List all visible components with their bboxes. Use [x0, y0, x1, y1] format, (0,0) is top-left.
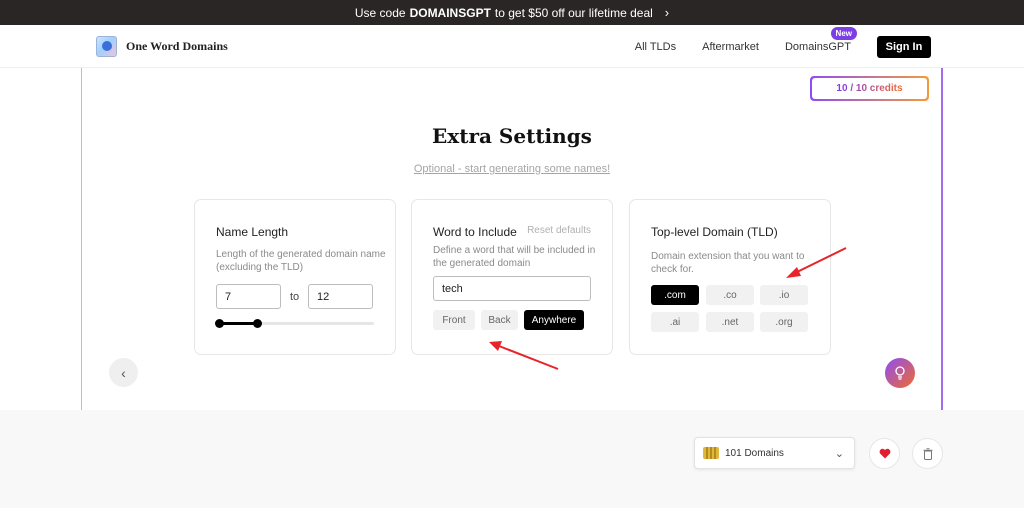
nav-link-all-tlds[interactable]: All TLDs — [635, 41, 676, 53]
nav-link-aftermarket[interactable]: Aftermarket — [702, 41, 759, 53]
new-badge: New — [830, 26, 857, 40]
name-length-title: Name Length — [216, 225, 289, 239]
promo-text-after: to get $50 off our lifetime deal — [494, 5, 653, 20]
promo-code: DOMAINSGPT — [409, 5, 491, 20]
domains-count-label: 101 Domains — [725, 447, 784, 459]
word-include-card: Word to Include Reset defaults Define a … — [411, 199, 613, 355]
logo[interactable]: One Word Domains — [96, 36, 228, 57]
heart-icon — [879, 448, 890, 459]
promo-text-before: Use code — [354, 5, 406, 20]
tld-option-io[interactable]: .io — [760, 285, 808, 305]
page-title: Extra Settings — [432, 124, 592, 148]
name-length-card: Name Length Length of the generated doma… — [194, 199, 396, 355]
chevron-right-icon[interactable]: › — [665, 5, 669, 20]
tld-card: Top-level Domain (TLD) Domain extension … — [629, 199, 831, 355]
tld-option-ai[interactable]: .ai — [651, 312, 699, 332]
word-include-description: Define a word that will be included in t… — [433, 245, 596, 269]
page-subtitle[interactable]: Optional - start generating some names! — [0, 163, 1024, 175]
nav-link-domainsgpt-label: DomainsGPT — [784, 40, 851, 53]
credits-badge: 10 / 10 credits — [810, 76, 929, 101]
tld-title: Top-level Domain (TLD) — [651, 225, 778, 239]
tld-option-co[interactable]: .co — [706, 285, 754, 305]
word-include-input[interactable]: tech — [433, 276, 591, 301]
lightbulb-button[interactable] — [885, 358, 915, 388]
trash-icon — [923, 447, 932, 460]
chevron-left-icon: ‹ — [121, 364, 126, 381]
logo-icon — [96, 36, 117, 57]
logo-text: One Word Domains — [126, 39, 228, 53]
to-label: to — [290, 291, 300, 303]
length-slider-fill — [219, 322, 258, 325]
credits-label: 10 / 10 credits — [836, 83, 903, 94]
domains-dropdown[interactable]: 101 Domains ⌄ — [694, 437, 855, 469]
domains-stack-icon — [703, 447, 719, 459]
position-anywhere-button[interactable]: Anywhere — [524, 310, 584, 330]
favorites-button[interactable] — [869, 438, 900, 469]
top-navbar: One Word Domains All TLDs Aftermarket Do… — [0, 25, 1024, 68]
max-length-input[interactable]: 12 — [308, 284, 373, 309]
position-front-button[interactable]: Front — [433, 310, 475, 330]
reset-defaults-link[interactable]: Reset defaults — [527, 225, 591, 236]
word-include-title: Word to Include — [433, 225, 517, 239]
tld-option-net[interactable]: .net — [706, 312, 754, 332]
sign-in-button[interactable]: Sign In — [877, 35, 931, 58]
back-button[interactable]: ‹ — [109, 358, 138, 387]
chevron-down-icon: ⌄ — [834, 448, 844, 460]
min-length-input[interactable]: 7 — [216, 284, 281, 309]
tld-description: Domain extension that you want to check … — [651, 251, 805, 275]
nav-link-domainsgpt[interactable]: DomainsGPT New — [784, 26, 857, 53]
tld-option-org[interactable]: .org — [760, 312, 808, 332]
tld-option-com[interactable]: .com — [651, 285, 699, 305]
nav-links: All TLDs Aftermarket DomainsGPT New Sign… — [635, 25, 931, 68]
clear-button[interactable] — [912, 438, 943, 469]
name-length-description: Length of the generated domain name (exc… — [216, 249, 386, 273]
promo-banner[interactable]: Use code DOMAINSGPT to get $50 off our l… — [0, 0, 1024, 25]
lightbulb-icon — [895, 366, 905, 380]
position-back-button[interactable]: Back — [481, 310, 518, 330]
length-slider-max-handle[interactable] — [253, 319, 263, 328]
length-slider-min-handle[interactable] — [215, 319, 224, 328]
